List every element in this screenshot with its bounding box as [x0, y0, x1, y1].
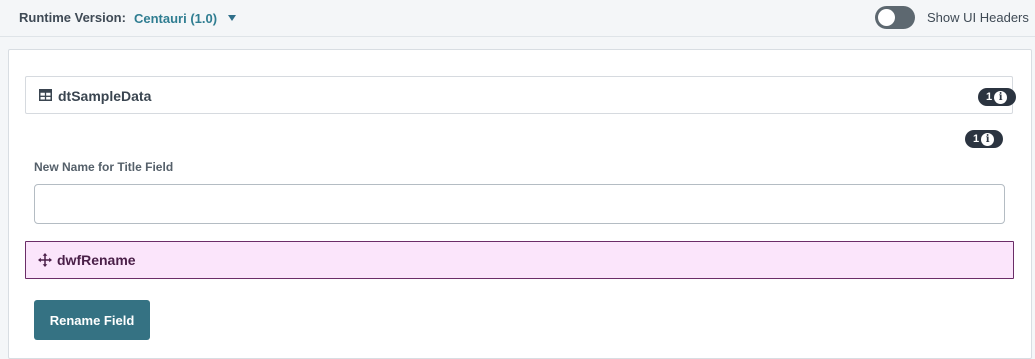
badge-count: 1 [986, 91, 993, 103]
info-icon: i [994, 90, 1008, 104]
table-icon [39, 89, 52, 101]
info-icon: i [981, 132, 995, 146]
workflow-title: dwfRename [57, 252, 136, 268]
badge-count: 1 [973, 133, 980, 145]
datasource-info-badge[interactable]: 1 i [978, 88, 1016, 106]
caret-down-icon[interactable] [228, 15, 237, 21]
workflow-bar[interactable]: dwfRename [25, 241, 1014, 279]
new-name-label: New Name for Title Field [34, 160, 174, 174]
top-bar: Runtime Version: Centauri (1.0) Show UI … [0, 0, 1035, 37]
new-name-input[interactable] [34, 184, 1005, 224]
datasource-card[interactable]: dtSampleData 1 i [25, 76, 1016, 114]
main-panel: dtSampleData 1 i 1 i New Name for Title … [8, 49, 1032, 359]
datasource-title: dtSampleData [58, 88, 152, 104]
runtime-version-select[interactable]: Centauri (1.0) [134, 9, 237, 27]
runtime-version-value[interactable]: Centauri (1.0) [134, 11, 217, 26]
field-info-badge[interactable]: 1 i [965, 130, 1003, 148]
toggle-knob[interactable] [878, 9, 895, 26]
rename-field-button[interactable]: Rename Field [34, 300, 150, 340]
move-icon[interactable] [38, 253, 52, 267]
show-ui-headers-label[interactable]: Show UI Headers [927, 10, 1029, 25]
runtime-version-label: Runtime Version: [19, 10, 126, 25]
show-ui-headers-toggle[interactable] [875, 6, 915, 29]
